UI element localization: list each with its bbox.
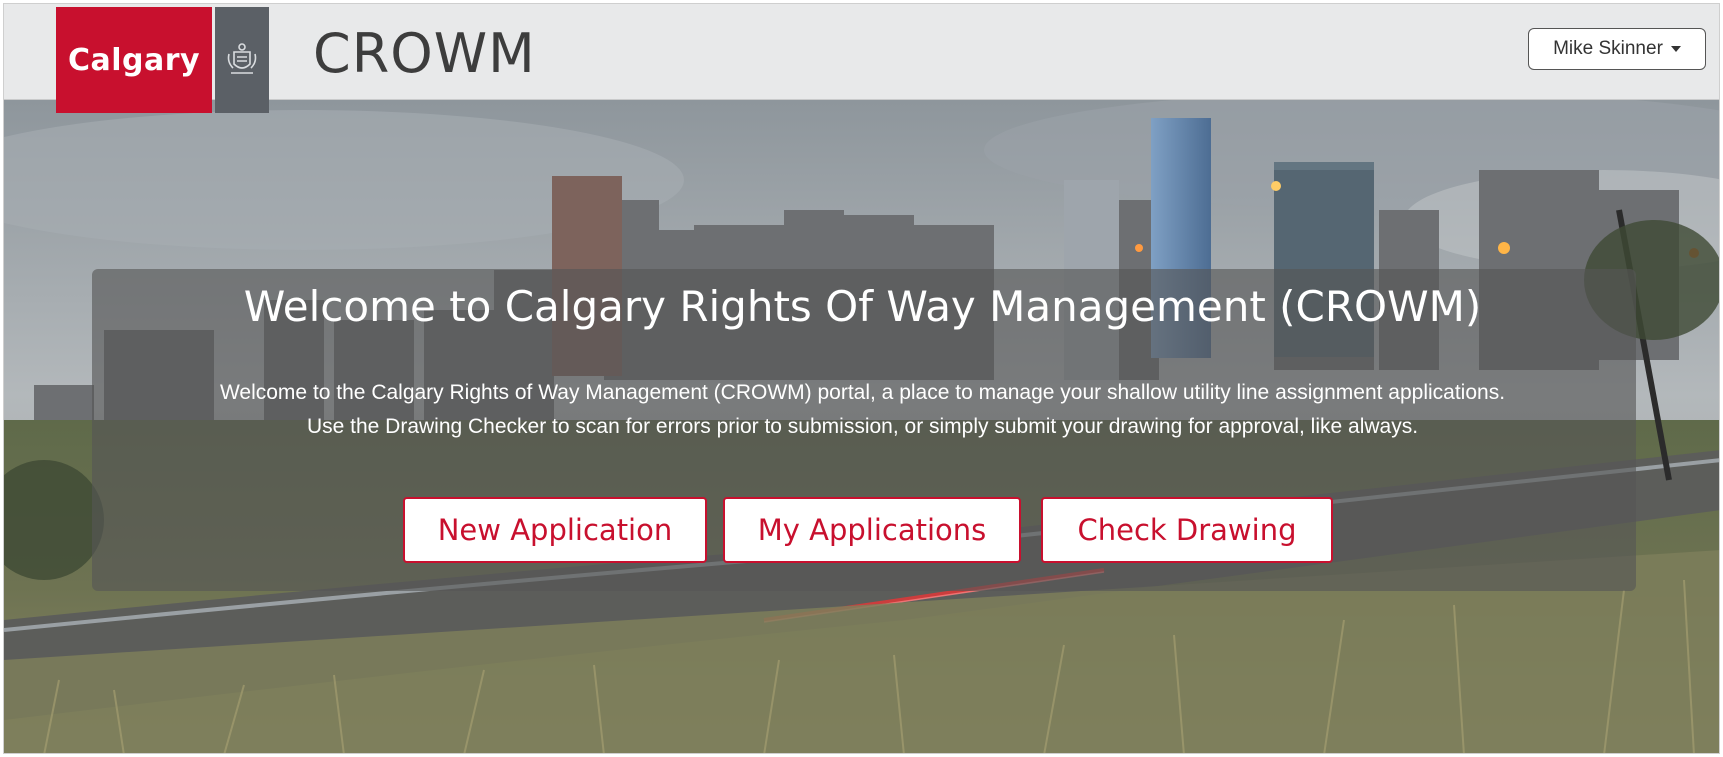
user-name-label: Mike Skinner [1553,38,1663,59]
logo-text: Calgary [67,42,201,78]
calgary-logo[interactable]: Calgary [56,7,212,113]
new-application-button[interactable]: New Application [403,497,707,563]
welcome-description-line-2: Use the Drawing Checker to scan for erro… [306,415,1419,438]
welcome-description-line-1: Welcome to the Calgary Rights of Way Man… [219,381,1506,404]
welcome-title: Welcome to Calgary Rights Of Way Managem… [243,282,1482,331]
app-title: CROWM [313,22,536,85]
my-applications-button[interactable]: My Applications [723,497,1021,563]
user-menu-button[interactable]: Mike Skinner [1528,28,1706,70]
welcome-description: Welcome to the Calgary Rights of Way Man… [4,376,1719,444]
city-crest-icon [215,7,269,113]
check-drawing-button[interactable]: Check Drawing [1041,497,1333,563]
caret-down-icon [1670,46,1681,52]
page-frame: CROWM Mike Skinner Calgary Welcome to Ca… [3,3,1720,754]
